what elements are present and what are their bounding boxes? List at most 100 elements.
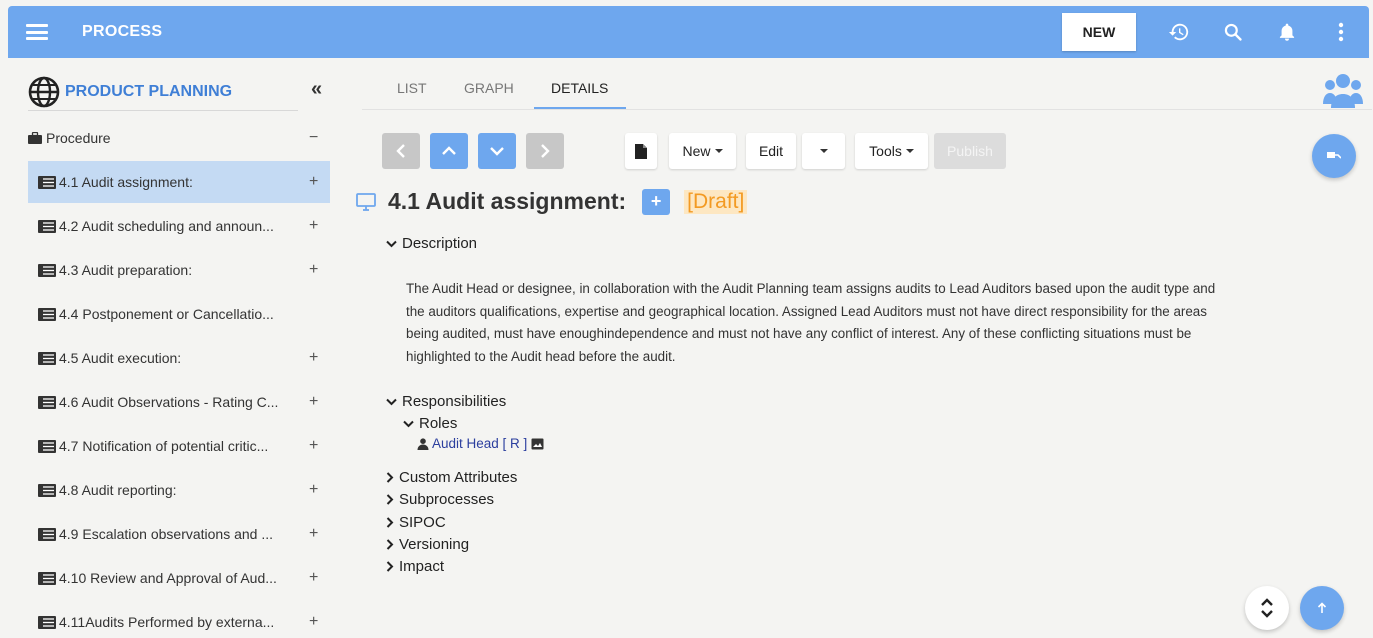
tree-item-label: 4.10 Review and Approval of Aud... bbox=[59, 570, 277, 586]
tree-item[interactable]: 4.9 Escalation observations and ... + bbox=[28, 513, 330, 555]
publish-button[interactable]: Publish bbox=[934, 133, 1006, 169]
tree-item-label: 4.1 Audit assignment: bbox=[59, 174, 193, 190]
tree-item-label: 4.8 Audit reporting: bbox=[59, 482, 177, 498]
description-text: The Audit Head or designee, in collabora… bbox=[406, 278, 1336, 368]
tree-item[interactable]: 4.11Audits Performed by externa... + bbox=[28, 601, 330, 638]
list-doc-icon bbox=[38, 483, 56, 497]
tools-menu-button[interactable]: Tools bbox=[855, 133, 928, 169]
app-title: PROCESS bbox=[82, 23, 163, 40]
user-icon bbox=[417, 437, 429, 450]
tree-item-label: 4.2 Audit scheduling and announ... bbox=[59, 218, 274, 234]
collapse-panel-button[interactable]: « bbox=[311, 78, 322, 101]
tab-details[interactable]: DETAILS bbox=[551, 80, 608, 96]
description-line: The Audit Head or designee, in collabora… bbox=[406, 281, 1216, 296]
expand-button[interactable]: + bbox=[309, 261, 318, 279]
assign-icon bbox=[1327, 152, 1341, 159]
expand-button[interactable]: + bbox=[309, 613, 318, 631]
tree-item-label: 4.3 Audit preparation: bbox=[59, 262, 193, 278]
caret-down-icon bbox=[819, 149, 828, 153]
tab-graph[interactable]: GRAPH bbox=[464, 80, 514, 96]
chevron-right-icon bbox=[541, 144, 550, 158]
tree-item[interactable]: 4.7 Notification of potential critic... … bbox=[28, 425, 330, 467]
tools-menu-label: Tools bbox=[869, 143, 902, 159]
divider bbox=[28, 110, 298, 111]
next-button[interactable] bbox=[526, 133, 564, 169]
tree-item[interactable]: 4.3 Audit preparation: + bbox=[28, 249, 330, 291]
active-tab-indicator bbox=[534, 107, 626, 109]
move-down-button[interactable] bbox=[478, 133, 516, 169]
description-line: highlighted to the Audit head before the… bbox=[406, 348, 676, 364]
role-link[interactable]: Audit Head [ R ] bbox=[432, 436, 527, 451]
image-icon[interactable] bbox=[531, 438, 544, 450]
previous-button[interactable] bbox=[382, 133, 420, 169]
subprocesses-toggle[interactable]: Subprocesses bbox=[386, 491, 494, 508]
edit-button[interactable]: Edit bbox=[746, 133, 796, 169]
section-label: Description bbox=[402, 235, 478, 252]
description-line: the auditors qualifications, expertise a… bbox=[406, 303, 1207, 319]
versioning-toggle[interactable]: Versioning bbox=[386, 536, 469, 553]
team-icon[interactable] bbox=[1323, 72, 1363, 115]
tree-item[interactable]: 4.5 Audit execution: + bbox=[28, 337, 330, 379]
list-doc-icon bbox=[38, 615, 56, 629]
monitor-icon bbox=[356, 192, 376, 211]
project-title: PRODUCT PLANNING bbox=[65, 83, 233, 100]
caret-down-icon bbox=[905, 149, 914, 153]
expand-button[interactable]: + bbox=[309, 349, 318, 367]
search-icon[interactable] bbox=[1219, 18, 1247, 46]
list-doc-icon bbox=[38, 175, 56, 189]
chevron-down-icon bbox=[386, 240, 397, 247]
expand-button[interactable]: + bbox=[309, 173, 318, 191]
section-label: Responsibilities bbox=[402, 393, 507, 410]
group-procedure[interactable]: Procedure − bbox=[28, 129, 328, 147]
description-toggle[interactable]: Description bbox=[386, 235, 477, 252]
edit-dropdown-button[interactable] bbox=[802, 133, 845, 169]
custom-attributes-toggle[interactable]: Custom Attributes bbox=[386, 469, 517, 486]
tree-item[interactable]: 4.6 Audit Observations - Rating C... + bbox=[28, 381, 330, 423]
document-button[interactable] bbox=[625, 133, 657, 169]
expand-button[interactable]: + bbox=[309, 217, 318, 235]
expand-collapse-all-button[interactable] bbox=[1245, 586, 1289, 630]
history-icon[interactable] bbox=[1165, 18, 1193, 46]
menu-icon[interactable] bbox=[26, 24, 48, 40]
tree-item[interactable]: 4.2 Audit scheduling and announ... + bbox=[28, 205, 330, 247]
expand-button[interactable]: + bbox=[309, 569, 318, 587]
description-line: being audited, must have enoughindepende… bbox=[406, 326, 1192, 341]
assign-fab-button[interactable] bbox=[1312, 134, 1356, 178]
role-entry[interactable]: Audit Head [ R ] bbox=[417, 436, 544, 451]
expand-button[interactable]: + bbox=[309, 525, 318, 543]
chevron-right-icon bbox=[386, 472, 394, 483]
globe-icon bbox=[28, 76, 60, 108]
tab-list[interactable]: LIST bbox=[397, 80, 427, 96]
impact-toggle[interactable]: Impact bbox=[386, 558, 444, 575]
tree-item-label: 4.7 Notification of potential critic... bbox=[59, 438, 269, 454]
scroll-top-button[interactable] bbox=[1300, 586, 1344, 630]
chevron-down-icon bbox=[386, 398, 397, 405]
section-label: SIPOC bbox=[399, 514, 446, 531]
section-label: Impact bbox=[399, 558, 445, 575]
new-button[interactable]: NEW bbox=[1062, 13, 1136, 51]
tree-item[interactable]: 4.8 Audit reporting: + bbox=[28, 469, 330, 511]
add-button[interactable]: + bbox=[642, 188, 671, 215]
top-app-bar: PROCESS NEW bbox=[8, 6, 1369, 58]
new-menu-button[interactable]: New bbox=[669, 133, 736, 169]
sipoc-toggle[interactable]: SIPOC bbox=[386, 514, 446, 531]
roles-toggle[interactable]: Roles bbox=[403, 415, 457, 432]
project-header[interactable]: PRODUCT PLANNING bbox=[28, 76, 232, 108]
move-up-button[interactable] bbox=[430, 133, 468, 169]
responsibilities-toggle[interactable]: Responsibilities bbox=[386, 393, 506, 410]
expand-button[interactable]: + bbox=[309, 393, 318, 411]
collapse-group-button[interactable]: − bbox=[309, 129, 318, 147]
tree-item[interactable]: 4.4 Postponement or Cancellatio... bbox=[28, 293, 330, 335]
more-vertical-icon[interactable] bbox=[1327, 18, 1355, 46]
chevron-left-icon bbox=[396, 144, 405, 158]
bell-icon[interactable] bbox=[1273, 18, 1301, 46]
page-title: 4.1 Audit assignment: bbox=[388, 188, 627, 214]
tree-item[interactable]: 4.10 Review and Approval of Aud... + bbox=[28, 557, 330, 599]
section-label: Versioning bbox=[399, 536, 470, 553]
chevron-down-icon bbox=[403, 420, 414, 427]
list-doc-icon bbox=[38, 263, 56, 277]
caret-down-icon bbox=[714, 149, 723, 153]
expand-button[interactable]: + bbox=[309, 437, 318, 455]
tree-item[interactable]: 4.1 Audit assignment: + bbox=[28, 161, 330, 203]
expand-button[interactable]: + bbox=[309, 481, 318, 499]
